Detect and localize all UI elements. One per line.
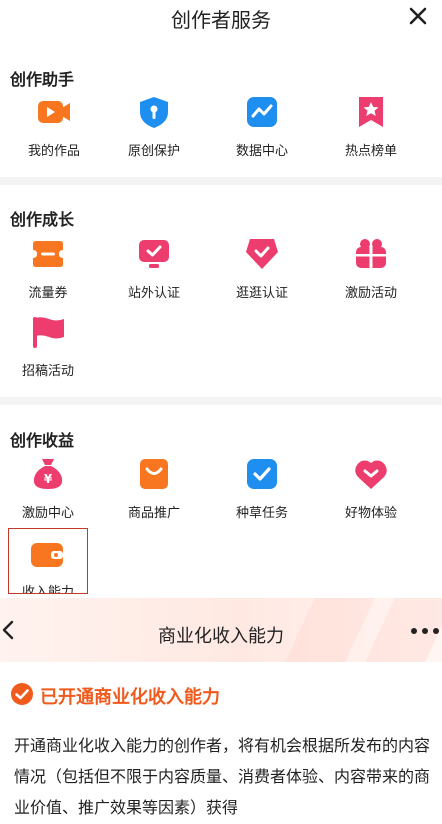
item-incentive-activity[interactable]: 激励活动 (331, 236, 411, 302)
wallet-icon (31, 543, 63, 567)
section-title-creation-assistant: 创作助手 (10, 70, 75, 89)
panel-description: 开通商业化收入能力的创作者，将有机会根据所发布的内容情况（包括但不限于内容质量、… (14, 736, 431, 817)
item-label: 种草任务 (235, 506, 288, 521)
section-divider (0, 397, 442, 405)
item-seeding-tasks[interactable]: 种草任务 (222, 456, 302, 522)
item-label: 商品推广 (127, 506, 180, 521)
status-text: 已开通商业化收入能力 (40, 687, 220, 708)
money-bag-icon: ¥ (33, 459, 63, 489)
item-my-works[interactable]: 我的作品 (14, 94, 94, 160)
item-label: 数据中心 (235, 144, 288, 159)
page-title: 创作者服务 (171, 8, 271, 32)
item-original-protection[interactable]: 原创保护 (114, 94, 194, 160)
check-circle-icon (11, 683, 33, 705)
item-product-promotion[interactable]: 商品推广 (114, 456, 194, 522)
item-label: 招稿活动 (21, 364, 74, 379)
item-traffic-voucher[interactable]: 流量券 (8, 236, 88, 302)
shield-icon (140, 97, 168, 128)
item-call-for-submissions[interactable]: 招稿活动 (8, 314, 88, 380)
item-incentive-center[interactable]: ¥ 激励中心 (8, 456, 88, 522)
item-hot-list[interactable]: 热点榜单 (331, 94, 411, 160)
item-label: 站外认证 (127, 286, 180, 301)
monitor-check-icon (139, 240, 169, 268)
panel-header: 商业化收入能力 (0, 598, 442, 662)
item-label: 收入能力 (21, 585, 74, 594)
svg-text:¥: ¥ (44, 472, 53, 486)
item-label: 激励活动 (344, 286, 397, 301)
flag-icon (33, 317, 64, 348)
item-browse-certification[interactable]: 逛逛认证 (222, 236, 302, 302)
item-income-capability[interactable]: 收入能力 (8, 528, 88, 594)
heart-chevron-icon (355, 460, 387, 489)
income-capability-panel: 商业化收入能力 已开通商业化收入能力 开通商业化收入能力的创作者，将有机会根据所… (0, 598, 442, 824)
section-divider (0, 177, 442, 185)
item-external-certification[interactable]: 站外认证 (114, 236, 194, 302)
task-check-icon (247, 459, 277, 489)
more-icon[interactable] (408, 624, 442, 638)
item-label: 热点榜单 (344, 144, 397, 159)
close-icon[interactable] (404, 2, 432, 30)
item-label: 好物体验 (344, 506, 397, 521)
item-label: 激励中心 (21, 506, 74, 521)
section-title-creation-growth: 创作成长 (10, 210, 75, 229)
item-label: 原创保护 (127, 144, 180, 159)
header: 创作者服务 (0, 0, 442, 40)
bookmark-star-icon (359, 97, 383, 127)
gift-icon (356, 239, 386, 268)
video-icon (38, 101, 70, 123)
chart-icon (247, 97, 277, 127)
item-label: 我的作品 (27, 144, 80, 159)
section-title-creation-income: 创作收益 (10, 431, 75, 450)
badge-check-icon (246, 239, 278, 269)
item-label: 流量券 (28, 286, 68, 301)
panel-title: 商业化收入能力 (158, 626, 284, 647)
item-data-center[interactable]: 数据中心 (222, 94, 302, 160)
item-good-product-trial[interactable]: 好物体验 (331, 456, 411, 522)
shopping-bag-icon (140, 459, 168, 489)
ticket-icon (33, 241, 63, 267)
item-label: 逛逛认证 (235, 286, 288, 301)
